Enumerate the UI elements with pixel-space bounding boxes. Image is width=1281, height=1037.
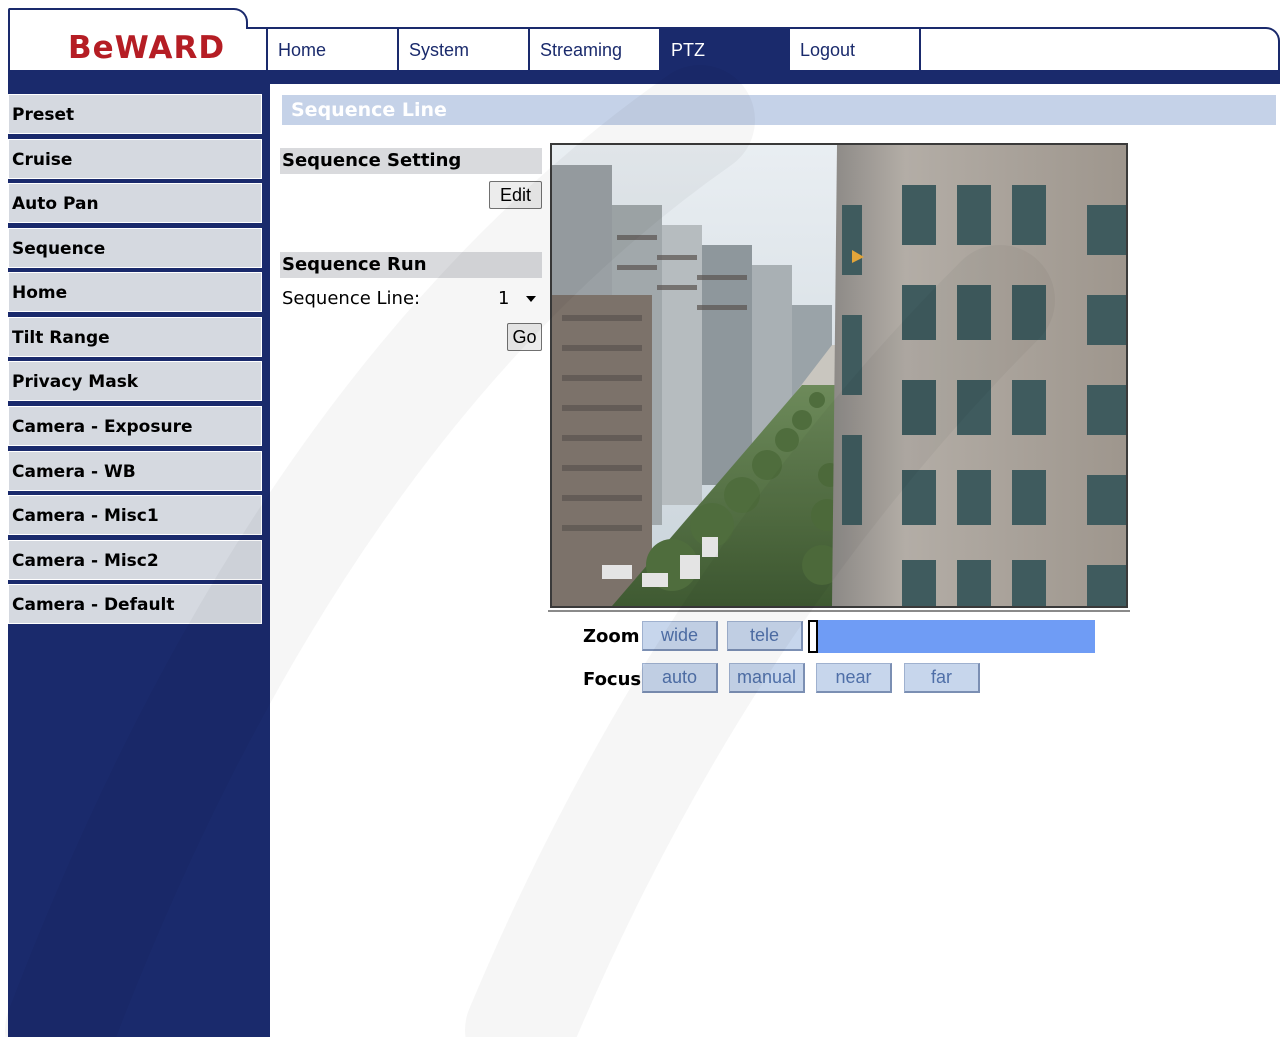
camera-live-view[interactable] — [550, 143, 1128, 608]
go-button[interactable]: Go — [507, 323, 542, 351]
sidebar-item-privacy-mask[interactable]: Privacy Mask — [8, 361, 262, 401]
zoom-slider-handle[interactable] — [808, 620, 818, 653]
separator — [548, 610, 1130, 612]
logo-tab: BeWARD — [8, 8, 248, 76]
sidebar-item-home[interactable]: Home — [8, 272, 262, 312]
tab-ptz[interactable]: PTZ — [659, 27, 789, 71]
zoom-level-bar[interactable] — [818, 620, 1095, 653]
sidebar-item-sequence[interactable]: Sequence — [8, 228, 262, 268]
sidebar-item-preset[interactable]: Preset — [8, 94, 262, 134]
sidebar-item-tilt-range[interactable]: Tilt Range — [8, 317, 262, 357]
header-band — [8, 70, 1280, 84]
sidebar-item-camera-exposure[interactable]: Camera - Exposure — [8, 406, 262, 446]
tab-logout[interactable]: Logout — [788, 27, 921, 71]
sidebar-item-camera-misc1[interactable]: Camera - Misc1 — [8, 495, 262, 535]
sequence-setting-heading: Sequence Setting — [280, 148, 542, 174]
zoom-label: Zoom — [583, 626, 640, 647]
tab-streaming[interactable]: Streaming — [528, 27, 660, 71]
focus-label: Focus — [583, 669, 642, 690]
sidebar-item-camera-default[interactable]: Camera - Default — [8, 584, 262, 624]
sidebar-item-cruise[interactable]: Cruise — [8, 139, 262, 179]
tab-system[interactable]: System — [397, 27, 529, 71]
focus-manual-button[interactable]: manual — [729, 663, 805, 693]
focus-far-button[interactable]: far — [904, 663, 980, 693]
focus-near-button[interactable]: near — [816, 663, 892, 693]
edit-button[interactable]: Edit — [489, 181, 542, 209]
sequence-line-select[interactable]: 1 — [492, 286, 542, 312]
zoom-tele-button[interactable]: tele — [727, 621, 803, 651]
chevron-down-icon — [526, 296, 536, 302]
page-title: Sequence Line — [282, 95, 1276, 125]
sidebar-item-camera-wb[interactable]: Camera - WB — [8, 451, 262, 491]
sequence-line-value: 1 — [498, 288, 510, 309]
sidebar-item-auto-pan[interactable]: Auto Pan — [8, 183, 262, 223]
camera-image — [552, 145, 1126, 606]
sequence-line-label: Sequence Line: — [282, 288, 421, 309]
zoom-wide-button[interactable]: wide — [642, 621, 718, 651]
tab-home[interactable]: Home — [266, 27, 398, 71]
sequence-run-heading: Sequence Run — [280, 252, 542, 278]
focus-auto-button[interactable]: auto — [642, 663, 718, 693]
beward-logo: BeWARD — [68, 30, 226, 66]
sidebar-item-camera-misc2[interactable]: Camera - Misc2 — [8, 540, 262, 580]
